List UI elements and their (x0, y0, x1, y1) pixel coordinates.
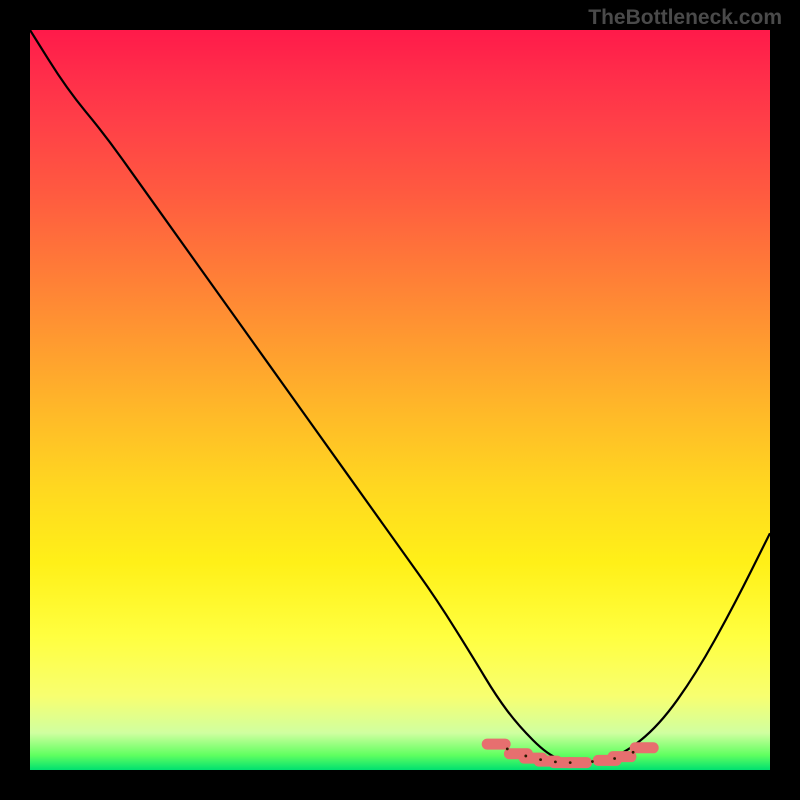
watermark-text: TheBottleneck.com (588, 6, 782, 30)
plot-area (30, 30, 770, 770)
background-gradient (30, 30, 770, 770)
